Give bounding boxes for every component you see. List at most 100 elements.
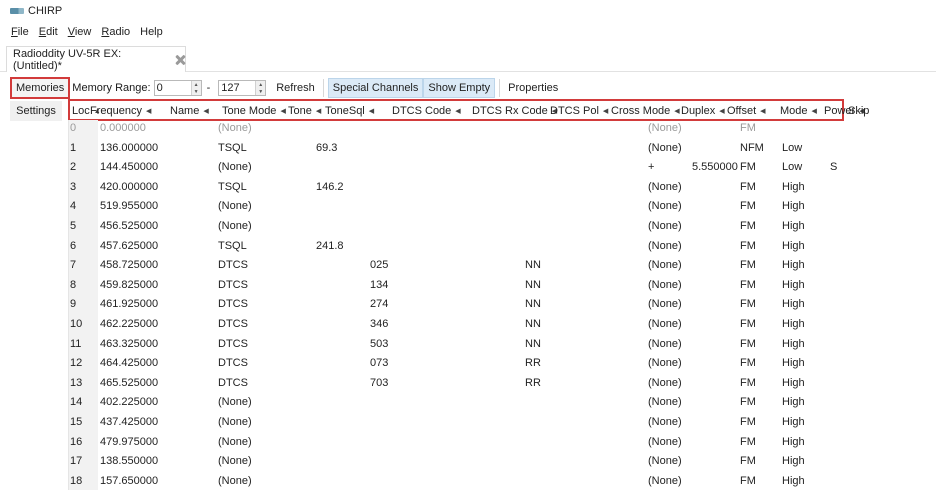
- tab-radio-file[interactable]: Radioddity UV-5R EX: (Untitled)*: [6, 46, 186, 72]
- cell-loc[interactable]: 17: [70, 455, 82, 467]
- cell-tone-mode[interactable]: DTCS: [218, 377, 248, 389]
- cell-duplex[interactable]: (None): [648, 475, 682, 487]
- cell-power[interactable]: High: [782, 259, 805, 271]
- memory-row[interactable]: 16 479.975000 (None) (None) FM High: [68, 434, 844, 454]
- column-header-offset[interactable]: Offset ◀: [727, 103, 766, 119]
- cell-tone-mode[interactable]: TSQL: [218, 142, 247, 154]
- memory-row[interactable]: 17 138.550000 (None) (None) FM High: [68, 453, 844, 473]
- spin-down-icon[interactable]: ▼: [256, 88, 266, 95]
- cell-mode[interactable]: FM: [740, 338, 756, 350]
- cell-pol[interactable]: NN: [525, 338, 541, 350]
- menu-radio[interactable]: Radio: [96, 26, 135, 38]
- cell-mode[interactable]: FM: [740, 161, 756, 173]
- cell-loc[interactable]: 18: [70, 475, 82, 487]
- cell-tone-mode[interactable]: DTCS: [218, 279, 248, 291]
- cell-freq[interactable]: 0.000000: [100, 122, 146, 134]
- memory-row[interactable]: 8 459.825000 DTCS 134 NN (None) FM High: [68, 277, 844, 297]
- cell-duplex[interactable]: (None): [648, 142, 682, 154]
- cell-power[interactable]: High: [782, 279, 805, 291]
- cell-power[interactable]: High: [782, 298, 805, 310]
- cell-tone-mode[interactable]: (None): [218, 416, 252, 428]
- spin-up-icon[interactable]: ▲: [191, 81, 201, 88]
- cell-loc[interactable]: 14: [70, 396, 82, 408]
- cell-power[interactable]: High: [782, 377, 805, 389]
- cell-mode[interactable]: FM: [740, 436, 756, 448]
- column-header-cross-mode[interactable]: Cross Mode ◀: [611, 103, 680, 119]
- cell-loc[interactable]: 1: [70, 142, 76, 154]
- cell-pol[interactable]: NN: [525, 279, 541, 291]
- cell-loc[interactable]: 16: [70, 436, 82, 448]
- column-header-dtcs-pol[interactable]: DTCS Pol ◀: [550, 103, 608, 119]
- cell-loc[interactable]: 13: [70, 377, 82, 389]
- column-header-tone-mode[interactable]: Tone Mode ◀: [222, 103, 286, 119]
- cell-freq[interactable]: 144.450000: [100, 161, 158, 173]
- cell-mode[interactable]: FM: [740, 455, 756, 467]
- cell-loc[interactable]: 2: [70, 161, 76, 173]
- cell-duplex[interactable]: (None): [648, 279, 682, 291]
- cell-duplex[interactable]: (None): [648, 455, 682, 467]
- memory-row[interactable]: 14 402.225000 (None) (None) FM High: [68, 394, 844, 414]
- cell-tone-mode[interactable]: TSQL: [218, 240, 247, 252]
- cell-duplex[interactable]: (None): [648, 259, 682, 271]
- cell-pol[interactable]: NN: [525, 298, 541, 310]
- cell-dtcs[interactable]: 346: [370, 318, 388, 330]
- cell-power[interactable]: High: [782, 357, 805, 369]
- cell-offset[interactable]: 5.550000: [692, 161, 738, 173]
- cell-duplex[interactable]: (None): [648, 338, 682, 350]
- column-header-skip[interactable]: Skip: [848, 103, 869, 119]
- cell-pol[interactable]: RR: [525, 377, 541, 389]
- cell-power[interactable]: High: [782, 200, 805, 212]
- cell-freq[interactable]: 456.525000: [100, 220, 158, 232]
- cell-duplex[interactable]: (None): [648, 318, 682, 330]
- cell-tone-mode[interactable]: DTCS: [218, 338, 248, 350]
- cell-duplex[interactable]: (None): [648, 298, 682, 310]
- tab-settings[interactable]: Settings: [10, 101, 62, 121]
- memory-row[interactable]: 12 464.425000 DTCS 073 RR (None) FM High: [68, 355, 844, 375]
- cell-duplex[interactable]: (None): [648, 220, 682, 232]
- cell-dtcs[interactable]: 274: [370, 298, 388, 310]
- cell-mode[interactable]: FM: [740, 259, 756, 271]
- column-header-tonesql[interactable]: ToneSql ◀: [325, 103, 374, 119]
- cell-freq[interactable]: 157.650000: [100, 475, 158, 487]
- cell-freq[interactable]: 136.000000: [100, 142, 158, 154]
- memory-row[interactable]: 7 458.725000 DTCS 025 NN (None) FM High: [68, 257, 844, 277]
- column-header-tone[interactable]: Tone ◀: [288, 103, 321, 119]
- refresh-button[interactable]: Refresh: [272, 78, 319, 98]
- memory-row[interactable]: 5 456.525000 (None) (None) FM High: [68, 218, 844, 238]
- memory-row[interactable]: 3 420.000000 TSQL 146.2 (None) FM High: [68, 179, 844, 199]
- cell-mode[interactable]: NFM: [740, 142, 764, 154]
- cell-duplex[interactable]: (None): [648, 416, 682, 428]
- memory-row[interactable]: 9 461.925000 DTCS 274 NN (None) FM High: [68, 296, 844, 316]
- cell-loc[interactable]: 7: [70, 259, 76, 271]
- cell-power[interactable]: Low: [782, 161, 802, 173]
- properties-button[interactable]: Properties: [504, 78, 562, 98]
- cell-freq[interactable]: 420.000000: [100, 181, 158, 193]
- memory-row[interactable]: 1 136.000000 TSQL 69.3 (None) NFM Low: [68, 140, 844, 160]
- cell-power[interactable]: High: [782, 436, 805, 448]
- cell-mode[interactable]: FM: [740, 416, 756, 428]
- cell-tone-mode[interactable]: (None): [218, 122, 252, 134]
- memory-row[interactable]: 10 462.225000 DTCS 346 NN (None) FM High: [68, 316, 844, 336]
- cell-loc[interactable]: 5: [70, 220, 76, 232]
- cell-freq[interactable]: 437.425000: [100, 416, 158, 428]
- cell-freq[interactable]: 459.825000: [100, 279, 158, 291]
- cell-loc[interactable]: 8: [70, 279, 76, 291]
- cell-tone-mode[interactable]: DTCS: [218, 259, 248, 271]
- cell-loc[interactable]: 0: [70, 122, 76, 134]
- cell-freq[interactable]: 519.955000: [100, 200, 158, 212]
- cell-duplex[interactable]: (None): [648, 240, 682, 252]
- cell-tone-mode[interactable]: (None): [218, 455, 252, 467]
- range-end-spinner[interactable]: ▲ ▼: [218, 80, 267, 96]
- cell-freq[interactable]: 464.425000: [100, 357, 158, 369]
- cell-mode[interactable]: FM: [740, 357, 756, 369]
- cell-loc[interactable]: 6: [70, 240, 76, 252]
- cell-loc[interactable]: 3: [70, 181, 76, 193]
- column-header-dtcs-rx-code[interactable]: DTCS Rx Code ◀: [472, 103, 557, 119]
- cell-tone-mode[interactable]: (None): [218, 396, 252, 408]
- cell-duplex[interactable]: (None): [648, 377, 682, 389]
- cell-loc[interactable]: 12: [70, 357, 82, 369]
- show-empty-toggle[interactable]: Show Empty: [423, 78, 496, 98]
- cell-mode[interactable]: FM: [740, 181, 756, 193]
- cell-pol[interactable]: NN: [525, 259, 541, 271]
- cell-mode[interactable]: FM: [740, 220, 756, 232]
